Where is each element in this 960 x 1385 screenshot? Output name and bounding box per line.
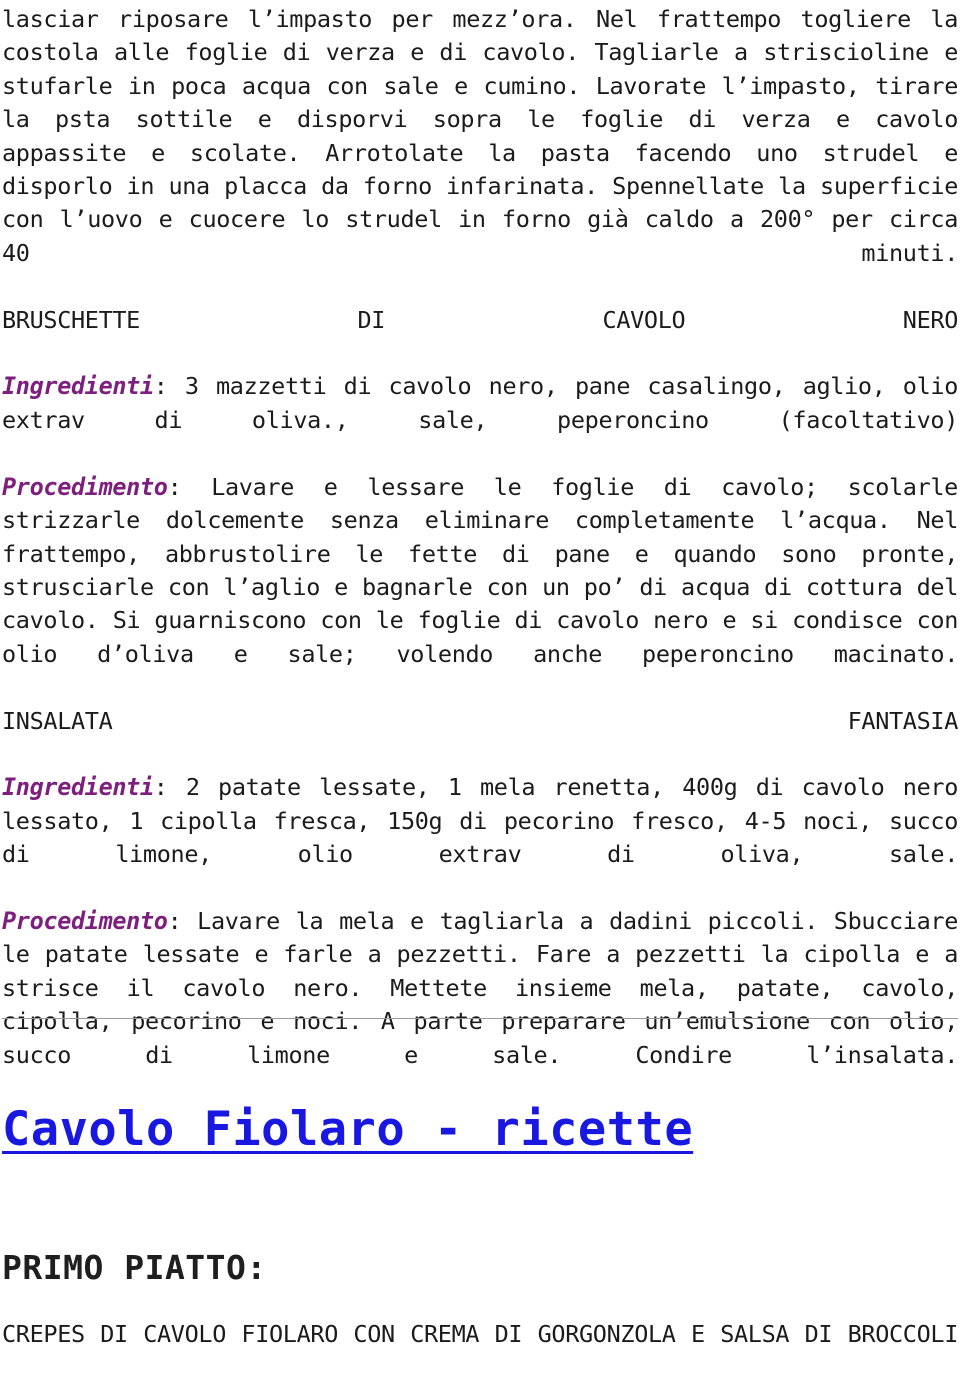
recipe-title-insalata: INSALATA FANTASIA [2,706,958,735]
document-page: lasciar riposare l’impasto per mezz’ora.… [0,0,960,1379]
recipe-title-bruschette: BRUSCHETTE DI CAVOLO NERO [2,305,958,334]
section-heading-primo-piatto: PRIMO PIATTO: [2,1248,267,1287]
ingredienti-label: Ingredienti [2,773,154,802]
procedimento-label: Procedimento [2,906,168,935]
recipe-name-crepes: CREPES DI CAVOLO FIOLARO CON CREMA DI GO… [2,1320,958,1348]
ingredienti-label: Ingredienti [2,372,154,401]
recipe2-procedimento-paragraph: Procedimento: Lavare la mela e tagliarla… [2,905,958,1105]
procedimento-label: Procedimento [2,472,168,501]
recipe2-ingredienti-paragraph: Ingredienti: 2 patate lessate, 1 mela re… [2,771,958,905]
section-divider [2,1018,958,1019]
procedimento-text: : Lavare e lessare le foglie di cavolo; … [2,472,958,668]
recipe1-procedimento-paragraph: Procedimento: Lavare e lessare le foglie… [2,471,958,705]
section-link-cavolo-fiolaro-ricette[interactable]: Cavolo Fiolaro - ricette [2,1102,693,1157]
recipe1-ingredienti-paragraph: Ingredienti: 3 mazzetti di cavolo nero, … [2,370,958,470]
recipe-body-text: lasciar riposare l’impasto per mezz’ora.… [2,0,958,1105]
paragraph-intro: lasciar riposare l’impasto per mezz’ora.… [2,5,958,267]
